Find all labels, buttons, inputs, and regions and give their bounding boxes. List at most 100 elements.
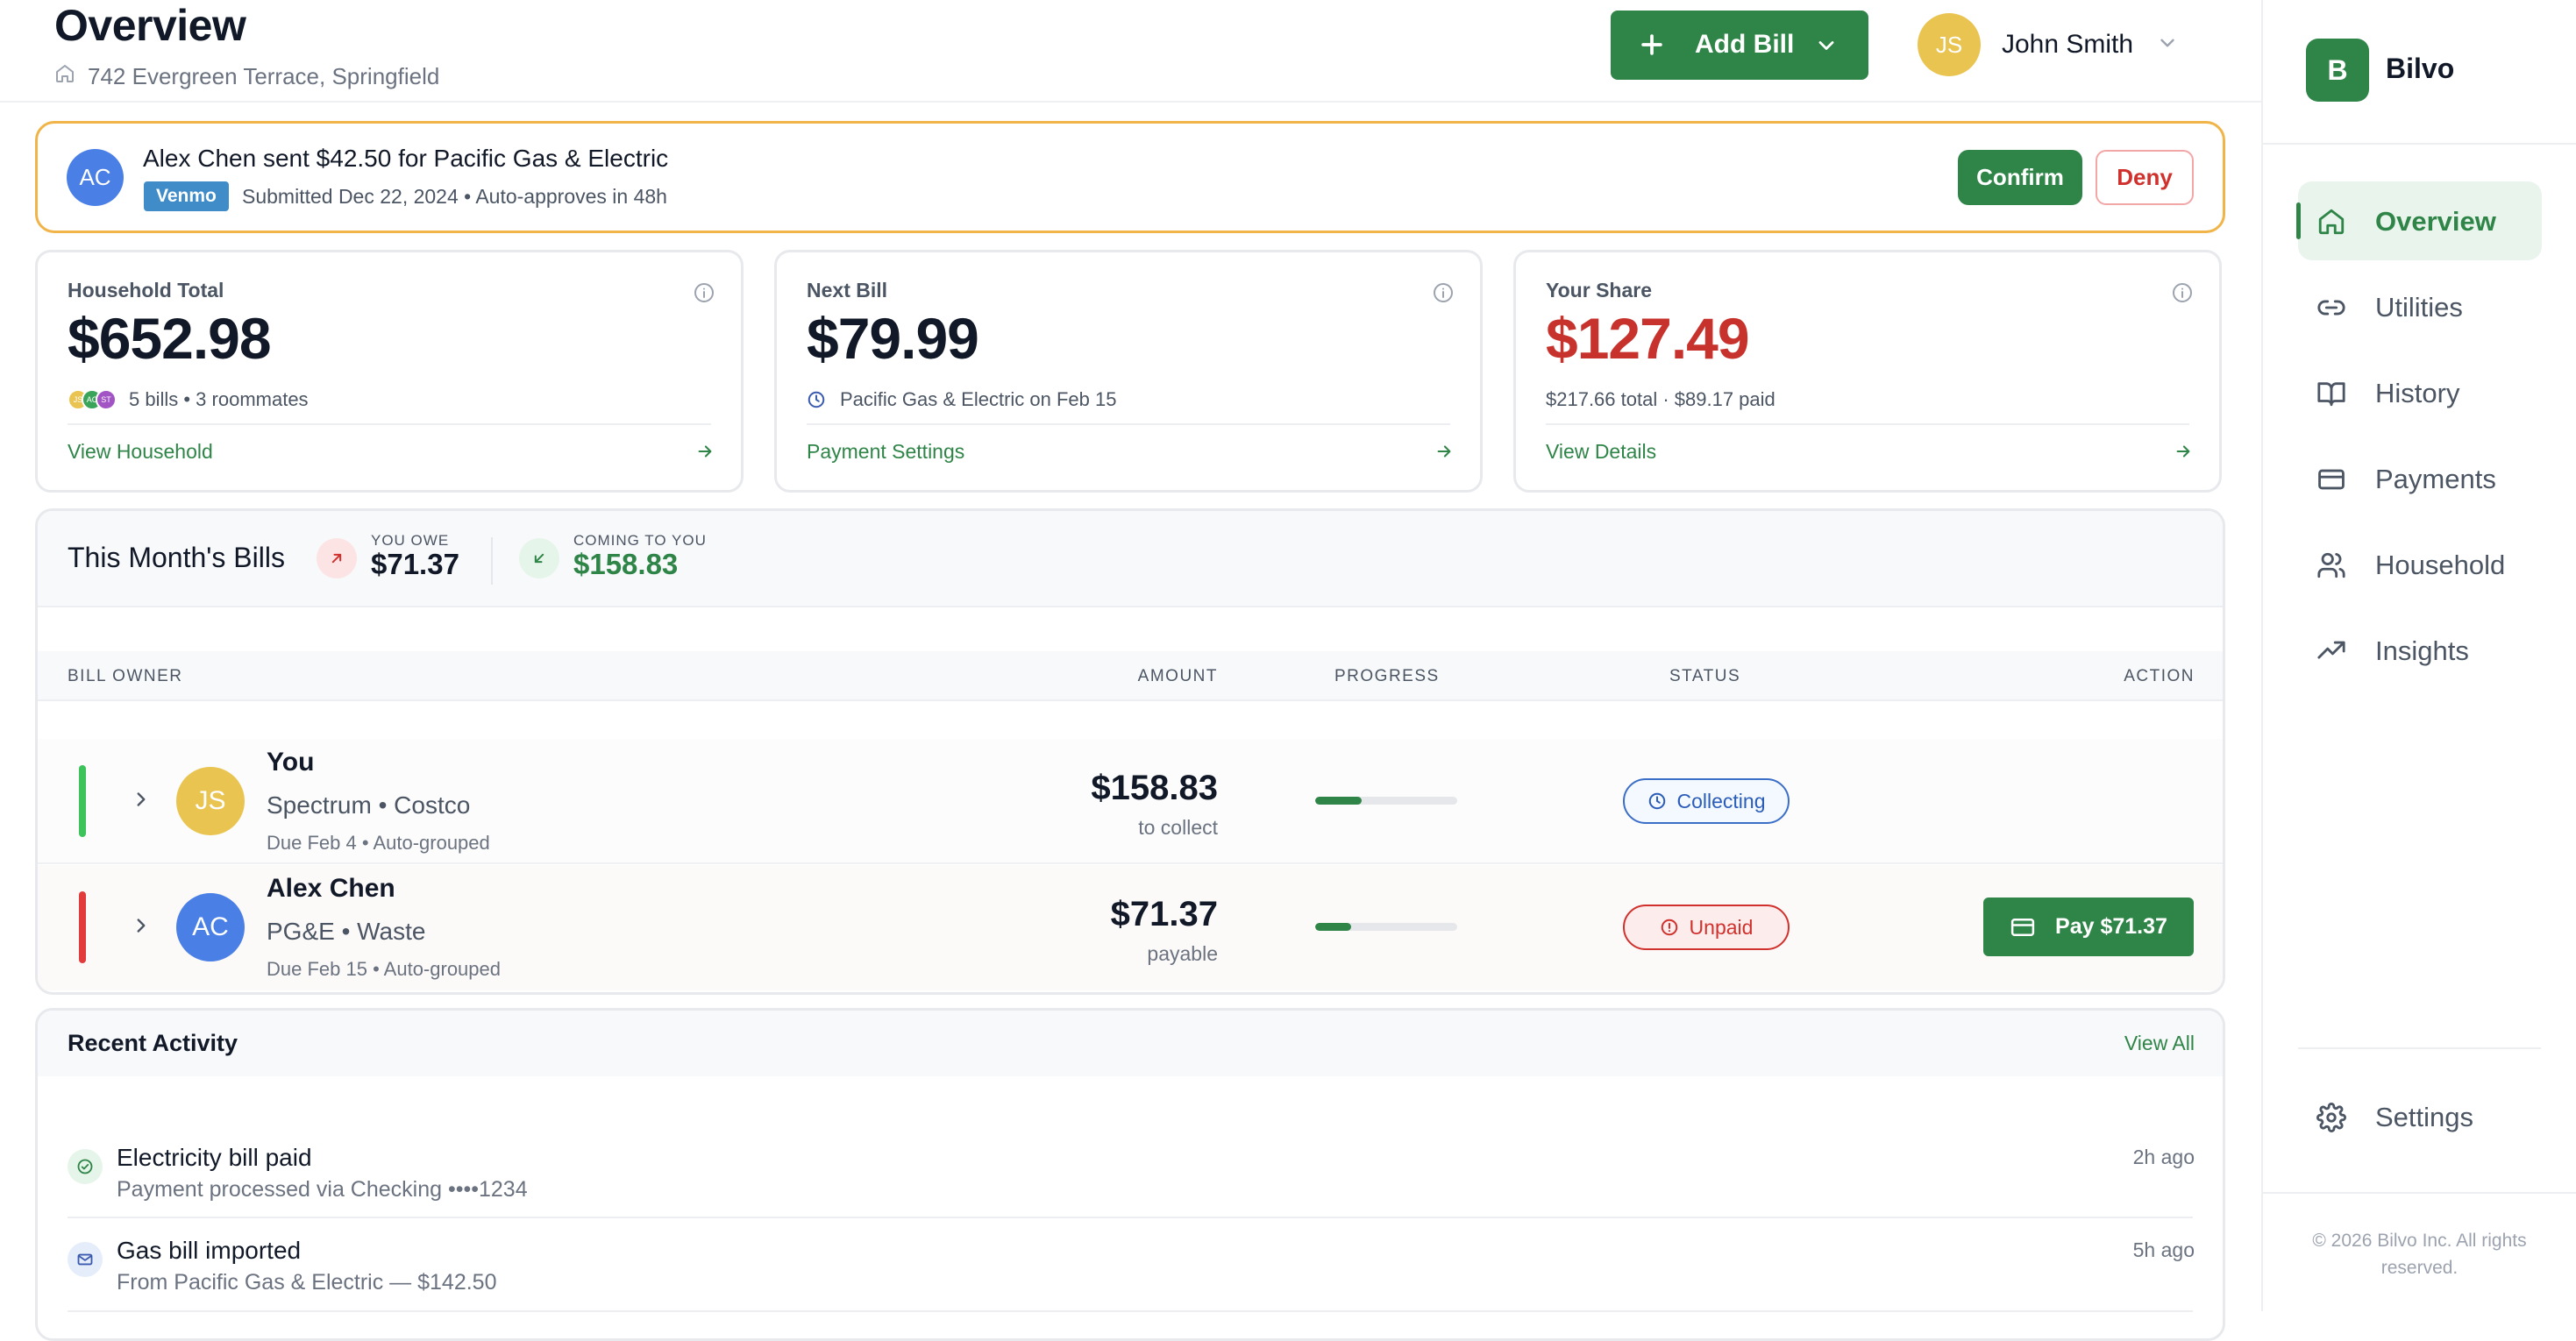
credit-card-icon: [2316, 465, 2346, 499]
divider: [1546, 423, 2189, 425]
deny-button[interactable]: Deny: [2096, 150, 2194, 205]
coming-to-you-value: $158.83: [573, 548, 679, 580]
chevron-right-icon[interactable]: [130, 788, 153, 815]
status-text: Collecting: [1676, 789, 1766, 812]
divider: [491, 537, 493, 585]
clock-icon: [807, 390, 826, 409]
confirm-button[interactable]: Confirm: [1958, 150, 2082, 205]
column-header-owner: BILL OWNER: [68, 667, 183, 685]
your-share-meta-text: $217.66 total · $89.17 paid: [1546, 388, 1775, 410]
logo[interactable]: B: [2306, 39, 2369, 102]
user-name: John Smith: [2002, 30, 2134, 59]
banner-subtitle: Submitted Dec 22, 2024 • Auto-approves i…: [242, 185, 667, 208]
bill-amount: $71.37: [1110, 895, 1218, 933]
bill-due: Due Feb 4 • Auto-grouped: [267, 832, 490, 854]
pay-button[interactable]: Pay $71.37: [1983, 898, 2194, 956]
chevron-down-icon[interactable]: [1814, 33, 1839, 65]
payment-settings-link[interactable]: Payment Settings: [807, 440, 964, 464]
card-meta: Pacific Gas & Electric on Feb 15: [807, 388, 1116, 411]
status-badge: Unpaid: [1623, 905, 1790, 950]
sidebar-item-insights[interactable]: Insights: [2298, 611, 2542, 690]
check-circle-icon: [68, 1149, 103, 1184]
payment-notification-banner: AC Alex Chen sent $42.50 for Pacific Gas…: [35, 121, 2225, 233]
status-badge: Collecting: [1623, 778, 1790, 824]
table-row[interactable]: JS You Spectrum • Costco Due Feb 4 • Aut…: [38, 739, 2223, 864]
link-icon: [2316, 293, 2346, 327]
chevron-right-icon[interactable]: [130, 914, 153, 941]
card-label: Your Share: [1546, 279, 1652, 302]
card-label: Household Total: [68, 279, 224, 302]
card-label: Next Bill: [807, 279, 888, 302]
avatar: ST: [96, 389, 117, 410]
arrow-right-icon[interactable]: [695, 442, 715, 465]
view-household-link[interactable]: View Household: [68, 440, 213, 464]
chevron-down-icon[interactable]: [2156, 32, 2179, 59]
banner-title: Alex Chen sent $42.50 for Pacific Gas & …: [143, 145, 669, 172]
you-owe-label: YOU OWE: [371, 532, 450, 549]
status-text: Unpaid: [1689, 915, 1754, 939]
sidebar-item-label: Payments: [2375, 464, 2496, 494]
info-icon[interactable]: [1433, 282, 1454, 308]
sidebar-item-utilities[interactable]: Utilities: [2298, 267, 2542, 346]
progress-fill: [1315, 923, 1351, 931]
arrow-right-icon[interactable]: [2174, 442, 2193, 465]
top-bar: Overview 742 Evergreen Terrace, Springfi…: [0, 0, 2261, 103]
bill-amount: $158.83: [1091, 769, 1218, 807]
sidebar-item-overview[interactable]: Overview: [2296, 181, 2542, 260]
alert-circle-icon: [1660, 918, 1679, 937]
address-text: 742 Evergreen Terrace, Springfield: [88, 63, 440, 89]
gear-icon: [2316, 1103, 2346, 1137]
mail-icon: [68, 1242, 103, 1277]
main-content: Overview 742 Evergreen Terrace, Springfi…: [0, 0, 2261, 1341]
bill-vendors: PG&E • Waste: [267, 918, 426, 945]
sidebar-item-household[interactable]: Household: [2298, 525, 2542, 604]
arrow-down-left-icon: [519, 538, 559, 578]
sidebar-item-settings[interactable]: Settings: [2298, 1077, 2542, 1156]
view-details-link[interactable]: View Details: [1546, 440, 1656, 464]
add-bill-label: Add Bill: [1695, 30, 1795, 59]
bill-amount-sub: payable: [1147, 942, 1218, 965]
user-menu[interactable]: JS John Smith: [1918, 13, 2179, 76]
next-bill-value: $79.99: [807, 306, 979, 371]
view-all-link[interactable]: View All: [2124, 1032, 2195, 1055]
you-owe-value: $71.37: [371, 548, 459, 580]
recent-activity-panel: Recent Activity View All Electricity bil…: [35, 1008, 2225, 1341]
progress-bar: [1315, 923, 1457, 931]
users-icon: [2316, 550, 2346, 585]
your-share-value: $127.49: [1546, 306, 1750, 371]
activity-title-text: Gas bill imported: [117, 1237, 302, 1264]
info-icon[interactable]: [694, 282, 715, 308]
row-indicator: [79, 891, 86, 963]
divider: [2263, 1192, 2576, 1194]
bill-due: Due Feb 15 • Auto-grouped: [267, 958, 501, 980]
column-header-status: STATUS: [1669, 667, 1741, 685]
divider: [68, 423, 711, 425]
arrow-right-icon[interactable]: [1434, 442, 1454, 465]
sidebar-item-label: Household: [2375, 550, 2506, 580]
divider: [68, 1310, 2193, 1312]
roommate-avatars: JS AC ST: [68, 389, 117, 410]
address-line: 742 Evergreen Terrace, Springfield: [54, 63, 439, 90]
coming-to-you-label: COMING TO YOU: [573, 532, 707, 549]
sidebar-item-history[interactable]: History: [2298, 353, 2542, 432]
sidebar-item-label: History: [2375, 378, 2460, 408]
column-header-progress: PROGRESS: [1334, 667, 1440, 685]
add-bill-button[interactable]: Add Bill: [1611, 11, 1868, 80]
avatar: AC: [67, 149, 124, 206]
book-icon: [2316, 379, 2346, 413]
monthly-bills-panel: This Month's Bills YOU OWE $71.37 COMING…: [35, 508, 2225, 995]
column-header-action: ACTION: [2124, 667, 2195, 685]
sidebar-item-label: Utilities: [2375, 292, 2463, 323]
info-icon[interactable]: [2172, 282, 2193, 308]
activity-time: 5h ago: [2132, 1238, 2195, 1261]
home-icon: [2316, 207, 2346, 241]
table-row[interactable]: AC Alex Chen PG&E • Waste Due Feb 15 • A…: [38, 865, 2223, 990]
activity-time: 2h ago: [2132, 1146, 2195, 1168]
progress-bar: [1315, 797, 1457, 805]
progress-fill: [1315, 797, 1363, 805]
pay-button-label: Pay $71.37: [2055, 914, 2167, 939]
avatar: JS: [1918, 13, 1981, 76]
divider: [68, 1217, 2193, 1218]
sidebar-item-payments[interactable]: Payments: [2298, 439, 2542, 518]
payment-method-badge: Venmo: [144, 181, 229, 211]
